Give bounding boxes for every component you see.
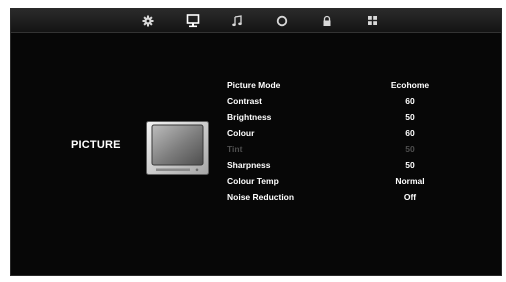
menu-item-label: Picture Mode <box>227 80 281 90</box>
menu-item-contrast[interactable]: Contrast 60 <box>227 93 443 109</box>
tv-icon <box>146 121 209 175</box>
monitor-icon <box>186 13 200 28</box>
picture-settings-list: Picture Mode Ecohome Contrast 60 Brightn… <box>227 77 443 205</box>
menu-item-value: 60 <box>405 128 415 138</box>
menu-item-value: 50 <box>405 112 415 122</box>
tab-lock[interactable] <box>318 12 336 29</box>
menu-item-noise-reduction[interactable]: Noise Reduction Off <box>227 189 443 205</box>
section-title: PICTURE <box>71 139 121 151</box>
menu-tab-bar <box>11 9 501 33</box>
tab-channel[interactable] <box>363 12 381 29</box>
menu-item-label: Colour Temp <box>227 176 279 186</box>
gear-icon <box>142 15 154 27</box>
menu-item-value: 50 <box>405 160 415 170</box>
menu-item-colour-temp[interactable]: Colour Temp Normal <box>227 173 443 189</box>
tv-osd-screen: PICTURE Picture Mode Ecohome Contrast 60… <box>10 8 502 276</box>
menu-item-label: Sharpness <box>227 160 271 170</box>
menu-item-brightness[interactable]: Brightness 50 <box>227 109 443 125</box>
tab-time[interactable] <box>273 12 291 29</box>
menu-item-value: 50 <box>405 144 415 154</box>
menu-item-sharpness[interactable]: Sharpness 50 <box>227 157 443 173</box>
tab-sound[interactable] <box>228 12 246 29</box>
music-note-icon <box>231 14 243 27</box>
grid-icon <box>367 15 378 26</box>
tab-picture[interactable] <box>184 12 202 29</box>
menu-item-value: 60 <box>405 96 415 106</box>
menu-item-value: Off <box>403 192 417 202</box>
clock-icon <box>276 15 288 27</box>
menu-item-label: Colour <box>227 128 255 138</box>
menu-item-label: Noise Reduction <box>227 192 295 202</box>
menu-item-tint: Tint 50 <box>227 141 443 157</box>
menu-item-label: Tint <box>227 144 243 154</box>
menu-item-label: Brightness <box>227 112 272 122</box>
tab-setup[interactable] <box>139 12 157 29</box>
menu-item-label: Contrast <box>227 96 262 106</box>
menu-item-value: Ecohome <box>390 80 430 90</box>
menu-item-colour[interactable]: Colour 60 <box>227 125 443 141</box>
menu-item-picture-mode[interactable]: Picture Mode Ecohome <box>227 77 443 93</box>
menu-item-value: Normal <box>395 176 425 186</box>
lock-icon <box>321 15 333 27</box>
